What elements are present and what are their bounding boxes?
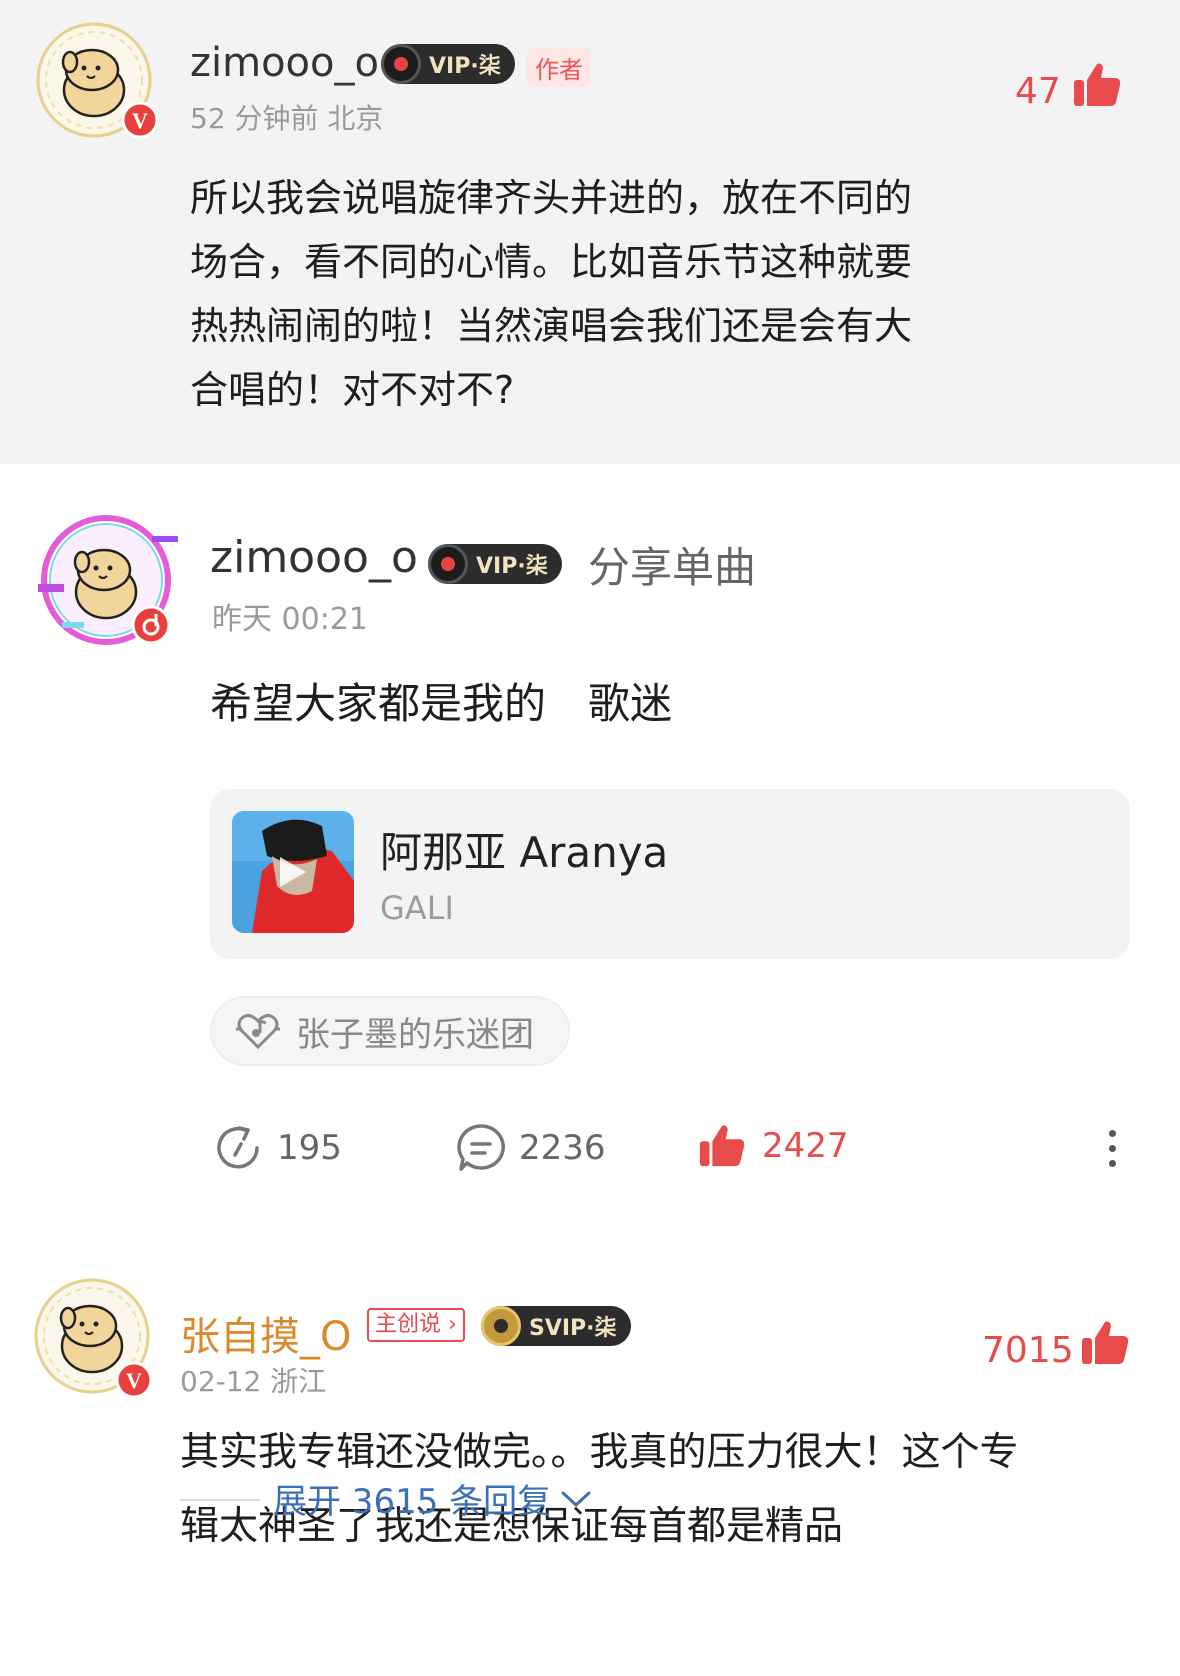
svip-badge: SVIP·柒 <box>481 1306 631 1346</box>
post-time: 昨天 00:21 <box>212 602 368 637</box>
comment-line: 热热闹闹的啦！当然演唱会我们还是会有大 <box>190 304 913 348</box>
reply-comment: V zimooo_o VIP·柒 作者 52 分钟前 北京 47 所以我会说唱旋… <box>0 0 1180 464</box>
avatar[interactable]: V <box>30 1274 160 1404</box>
share-action[interactable]: 195 <box>213 1122 342 1174</box>
avatar[interactable]: V <box>32 18 162 148</box>
song-title: 阿那亚 Aranya <box>380 828 669 877</box>
fan-group-label: 张子墨的乐迷团 <box>296 1014 534 1055</box>
like-action[interactable]: 2427 <box>698 1122 849 1170</box>
thumbs-up-icon[interactable] <box>1080 1318 1130 1368</box>
song-artist: GALI <box>380 889 454 927</box>
vip-label: VIP·柒 <box>476 554 548 579</box>
username[interactable]: zimooo_o <box>210 532 418 583</box>
thumbs-up-icon[interactable] <box>1072 60 1122 110</box>
comment-text: 所以我会说唱旋律齐头并进的，放在不同的 场合，看不同的心情。比如音乐节这种就要 … <box>190 166 1070 422</box>
divider <box>180 1499 260 1501</box>
top-comment: V 张自摸_O 主创说 › SVIP·柒 02-12 浙江 7015 其实我专辑… <box>0 1226 1180 1676</box>
song-card[interactable]: 阿那亚 Aranya GALI <box>210 789 1130 959</box>
album-art-icon <box>232 811 354 933</box>
svip-label: SVIP·柒 <box>529 1316 617 1341</box>
comment-line: 场合，看不同的心情。比如音乐节这种就要 <box>190 240 913 284</box>
fan-group-tag[interactable]: 张子墨的乐迷团 <box>210 996 570 1066</box>
comment-meta: 52 分钟前 北京 <box>190 102 384 135</box>
creator-tag-label: 主创说 <box>375 1312 442 1337</box>
username[interactable]: zimooo_o <box>190 40 379 86</box>
comment-line: 合唱的！对不对不? <box>190 368 515 412</box>
vip-badge: VIP·柒 <box>428 544 562 584</box>
expand-replies-button[interactable]: 展开 3615 条回复 <box>273 1474 593 1523</box>
comment-line: 所以我会说唱旋律齐头并进的，放在不同的 <box>190 176 913 220</box>
share-icon <box>217 1126 259 1169</box>
username[interactable]: 张自摸_O <box>180 1304 351 1362</box>
like-count: 47 <box>1015 71 1061 112</box>
author-tag: 作者 <box>527 48 591 87</box>
avatar[interactable] <box>34 514 184 654</box>
bear-avatar-icon <box>38 515 178 645</box>
vip-badge: VIP·柒 <box>381 44 515 84</box>
creator-tag[interactable]: 主创说 › <box>367 1308 465 1342</box>
vinyl-icon <box>381 44 421 84</box>
comment-action[interactable]: 2236 <box>455 1122 606 1174</box>
post-action-label: 分享单曲 <box>588 543 757 592</box>
chevron-down-icon <box>561 1491 591 1506</box>
like-count: 7015 <box>982 1330 1074 1371</box>
album-cover[interactable] <box>232 811 354 933</box>
expand-replies-label: 展开 3615 条回复 <box>273 1482 552 1522</box>
share-count: 195 <box>277 1128 342 1168</box>
bear-avatar-icon: V <box>36 22 159 139</box>
heart-music-icon <box>236 1014 280 1050</box>
svg-text:V: V <box>126 1368 142 1393</box>
bear-avatar-icon: V <box>34 1278 153 1399</box>
svg-text:V: V <box>132 108 148 133</box>
comment-meta: 02-12 浙江 <box>180 1365 327 1398</box>
like-count: 2427 <box>762 1126 849 1166</box>
vinyl-icon <box>428 544 468 584</box>
vinyl-icon <box>481 1306 521 1346</box>
thumbs-up-icon <box>699 1125 745 1167</box>
comment-icon <box>457 1124 505 1171</box>
chevron-right-icon: › <box>441 1312 457 1337</box>
post-text: 希望大家都是我的 歌迷 <box>210 679 673 728</box>
more-options-icon[interactable] <box>1102 1124 1122 1184</box>
comment-count: 2236 <box>519 1128 606 1168</box>
vip-label: VIP·柒 <box>429 54 501 79</box>
post-card: zimooo_o VIP·柒 分享单曲 昨天 00:21 希望大家都是我的 歌迷… <box>0 464 1180 1226</box>
